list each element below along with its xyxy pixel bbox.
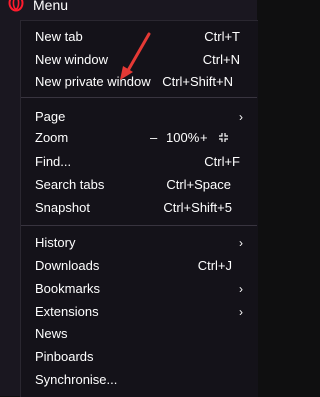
menu-item-history[interactable]: History bbox=[35, 232, 240, 254]
chevron-right-icon: › bbox=[239, 236, 243, 250]
menu-item-label: New tab bbox=[35, 29, 83, 44]
menu-item-label: Snapshot bbox=[35, 200, 90, 215]
menu-item-label: History bbox=[35, 235, 76, 250]
menu-item-label: Extensions bbox=[35, 304, 99, 319]
shortcut-text: Ctrl+J bbox=[197, 258, 232, 273]
menu-item-label: Search tabs bbox=[35, 177, 105, 192]
shortcut-text: Ctrl+Shift+5 bbox=[163, 200, 232, 215]
menu-item-search-tabs[interactable]: Search tabs Ctrl+Space bbox=[35, 174, 231, 196]
menu-item-zoom: Zoom bbox=[35, 127, 240, 149]
menu-item-extensions[interactable]: Extensions bbox=[35, 301, 240, 323]
menu-item-label: Zoom bbox=[35, 130, 69, 145]
menu-item-label: News bbox=[35, 326, 68, 341]
menu-divider bbox=[21, 97, 257, 98]
zoom-in-button[interactable]: + bbox=[200, 127, 208, 149]
menu-panel: Menu New tab Ctrl+T New window Ctrl+N Ne… bbox=[0, 0, 258, 397]
menu-title: Menu bbox=[33, 0, 69, 13]
menu-divider bbox=[21, 225, 257, 226]
shortcut-text: Ctrl+N bbox=[202, 52, 240, 67]
chevron-right-icon: › bbox=[239, 282, 243, 296]
shortcut-text: Ctrl+T bbox=[204, 29, 240, 44]
menu-item-page[interactable]: Page bbox=[35, 106, 240, 128]
menu-item-find[interactable]: Find... Ctrl+F bbox=[35, 151, 240, 173]
menu-item-bookmarks[interactable]: Bookmarks bbox=[35, 278, 240, 300]
zoom-level: 100% bbox=[166, 130, 200, 145]
chevron-right-icon: › bbox=[239, 110, 243, 124]
fullscreen-icon[interactable] bbox=[218, 132, 229, 143]
menu-header[interactable]: Menu bbox=[0, 0, 257, 14]
menu-item-label: Page bbox=[35, 109, 66, 124]
menu-item-pinboards[interactable]: Pinboards bbox=[35, 346, 240, 368]
menu-item-label: Bookmarks bbox=[35, 281, 101, 296]
menu-item-label: New window bbox=[35, 52, 108, 67]
menu-item-label: Synchronise... bbox=[35, 372, 118, 387]
shortcut-text: Ctrl+Shift+N bbox=[162, 74, 233, 89]
menu-item-label: Pinboards bbox=[35, 349, 94, 364]
menu-item-snapshot[interactable]: Snapshot Ctrl+Shift+5 bbox=[35, 197, 232, 219]
menu-item-news[interactable]: News bbox=[35, 323, 240, 345]
menu-item-label: Find... bbox=[35, 154, 72, 169]
opera-logo-icon bbox=[8, 0, 24, 12]
menu-item-label: Downloads bbox=[35, 258, 100, 273]
zoom-out-button[interactable]: – bbox=[150, 127, 157, 149]
shortcut-text: Ctrl+Space bbox=[166, 177, 231, 192]
annotation-arrow-icon bbox=[120, 32, 151, 80]
chevron-right-icon: › bbox=[239, 305, 243, 319]
shortcut-text: Ctrl+F bbox=[204, 154, 240, 169]
menu-item-synchronise[interactable]: Synchronise... bbox=[35, 369, 240, 391]
menu-item-downloads[interactable]: Downloads Ctrl+J bbox=[35, 255, 232, 277]
